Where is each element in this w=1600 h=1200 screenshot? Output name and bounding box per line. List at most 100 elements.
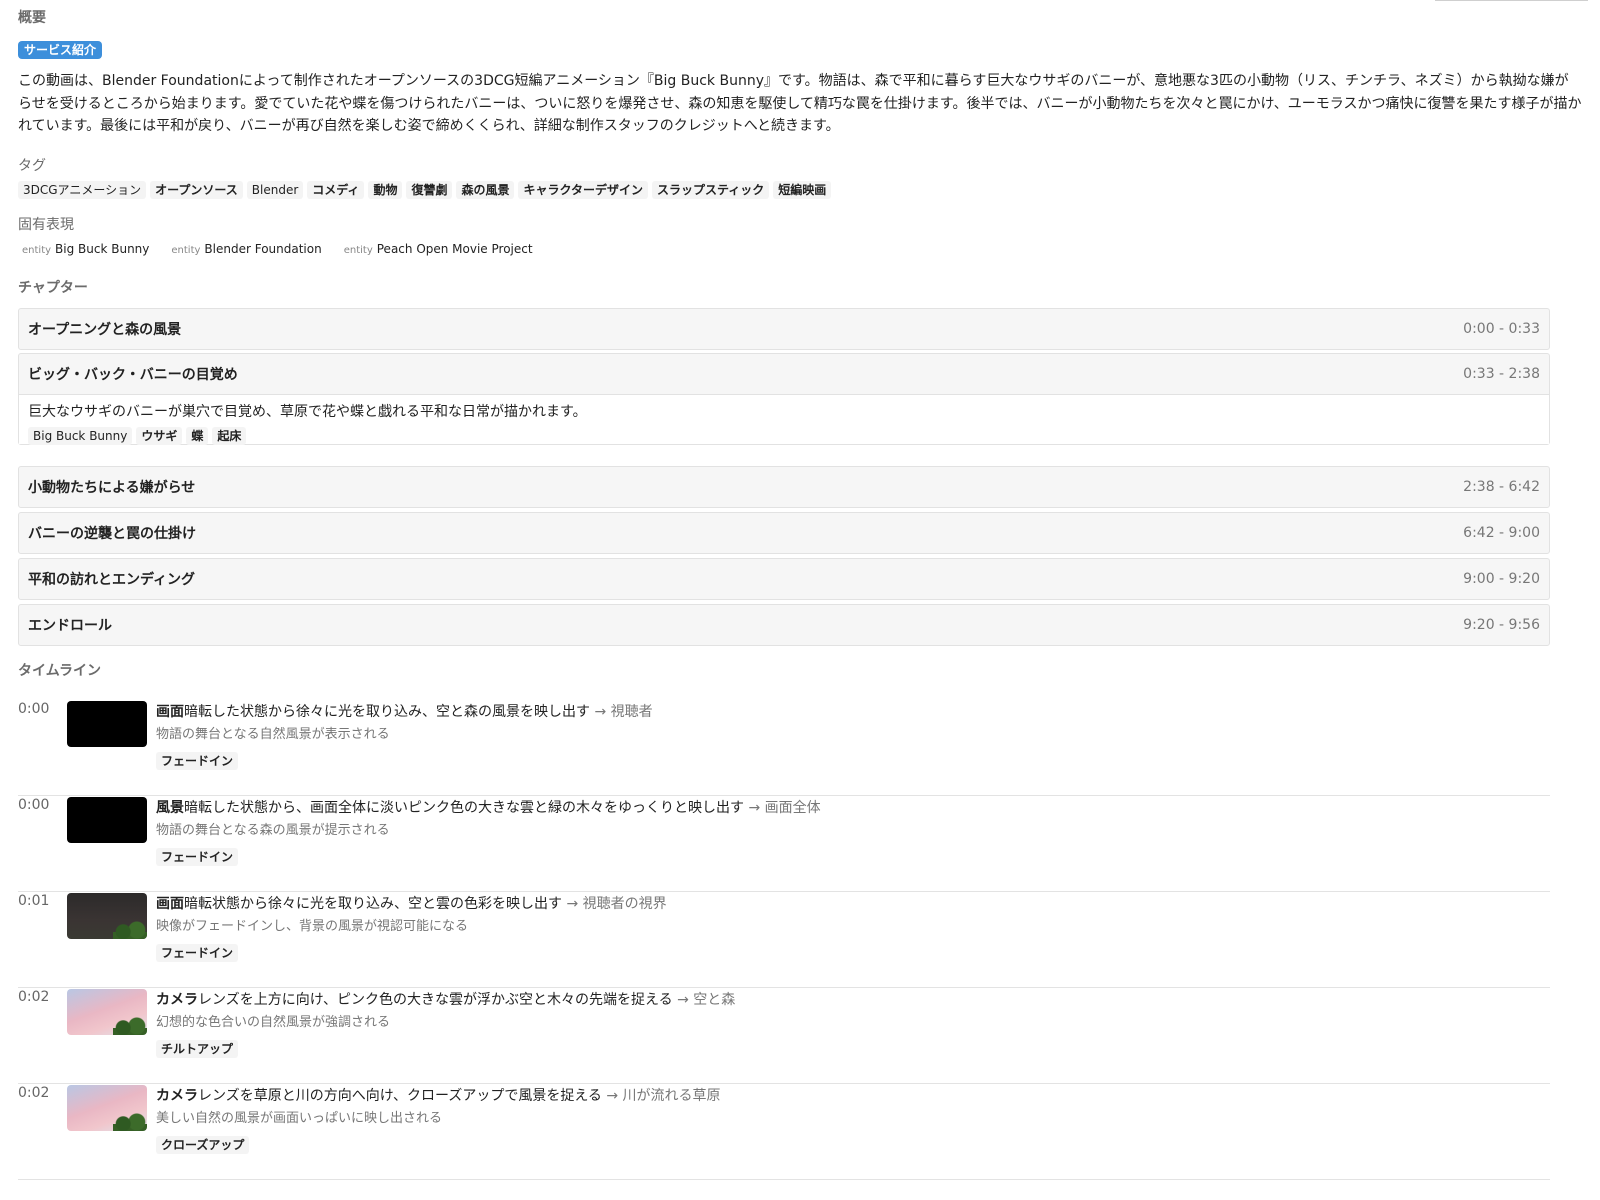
entity-list: entity Big Buck Bunny entity Blender Found…	[18, 240, 537, 260]
timeline-entry[interactable]: 0:02 カメラレンズを上方に向け、ピンク色の大きな雲が浮かぶ空と木々の先端を捉…	[18, 987, 1550, 1084]
chapter-time-range: 0:33 - 2:38	[1463, 366, 1540, 382]
chapter-title: エンドロール	[28, 618, 112, 634]
tag-chip[interactable]: スラップスティック	[652, 181, 770, 199]
tag-chip[interactable]: 復讐劇	[406, 181, 453, 199]
timeline-entry[interactable]: 0:00 画面暗転した状態から徐々に光を取り込み、空と森の風景を映し出す → 視…	[18, 699, 1550, 796]
tag-chip[interactable]: 動物	[368, 181, 403, 199]
timeline-entry[interactable]: 0:00 風景暗転した状態から、画面全体に淡いピンク色の大きな雲と緑の木々をゆっ…	[18, 795, 1550, 892]
entity-kind-label: entity	[171, 245, 201, 256]
chapter-title: オープニングと森の風景	[28, 322, 182, 338]
chapter-time-range: 6:42 - 9:00	[1463, 525, 1540, 541]
scene-thumbnail[interactable]	[67, 1085, 147, 1131]
category-badge: サービス紹介	[18, 41, 103, 59]
chapter-item-expanded[interactable]: ビッグ・バック・バニーの目覚め 0:33 - 2:38 巨大なウサギのバニーが巣…	[18, 353, 1550, 445]
chapter-time-range: 9:00 - 9:20	[1463, 571, 1540, 587]
chapter-title: バニーの逆襲と罠の仕掛け	[28, 526, 196, 542]
tag-chip[interactable]: 3DCGアニメーション	[18, 181, 147, 199]
tag-chip[interactable]: 短編映画	[773, 181, 832, 199]
chapter-tag-chip[interactable]: Big Buck Bunny	[28, 427, 133, 445]
tree-silhouette	[113, 1113, 147, 1131]
timeline-action: カメラレンズを草原と川の方向へ向け、クローズアップで風景を捉える → 川が流れる…	[156, 1086, 721, 1106]
chapter-item[interactable]: バニーの逆襲と罠の仕掛け 6:42 - 9:00	[18, 512, 1550, 554]
timeline-subject: 画面	[156, 896, 184, 912]
technique-chip: フェードイン	[156, 752, 239, 770]
chapter-title: ビッグ・バック・バニーの目覚め	[28, 367, 238, 383]
chapter-header[interactable]: ビッグ・バック・バニーの目覚め 0:33 - 2:38	[19, 354, 1549, 394]
chapter-header[interactable]: オープニングと森の風景 0:00 - 0:33	[19, 309, 1549, 349]
timeline-entry[interactable]: 0:01 画面暗転状態から徐々に光を取り込み、空と雲の色彩を映し出す → 視聴者…	[18, 891, 1550, 988]
timeline-action-text: 暗転した状態から徐々に光を取り込み、空と森の風景を映し出す	[184, 704, 590, 720]
chapter-tag-list: Big Buck Bunny ウサギ 蝶 起床	[28, 427, 1540, 445]
chapter-tag-chip[interactable]: ウサギ	[136, 427, 183, 445]
tag-list: 3DCGアニメーション オープンソース Blender コメディ 動物 復讐劇 …	[18, 181, 832, 199]
chapter-item[interactable]: 小動物たちによる嫌がらせ 2:38 - 6:42	[18, 466, 1550, 508]
entity-chip[interactable]: entity Peach Open Movie Project	[340, 240, 537, 260]
overview-heading: 概要	[18, 10, 46, 26]
timeline-target: → 視聴者の視界	[566, 896, 667, 912]
timeline-timestamp[interactable]: 0:02	[18, 987, 49, 1007]
chapter-header[interactable]: エンドロール 9:20 - 9:56	[19, 605, 1549, 645]
tag-chip[interactable]: キャラクターデザイン	[518, 181, 649, 199]
timeline-timestamp[interactable]: 0:00	[18, 699, 49, 719]
top-edge-divider	[1435, 0, 1588, 1]
tag-chip[interactable]: 森の風景	[456, 181, 515, 199]
timeline-action: 画面暗転した状態から徐々に光を取り込み、空と森の風景を映し出す → 視聴者	[156, 702, 653, 722]
technique-chip: チルトアップ	[156, 1040, 239, 1058]
chapter-item[interactable]: オープニングと森の風景 0:00 - 0:33	[18, 308, 1550, 350]
chapter-time-range: 9:20 - 9:56	[1463, 617, 1540, 633]
timeline-target: → 川が流れる草原	[606, 1088, 721, 1104]
chapter-tag-chip[interactable]: 起床	[212, 427, 247, 445]
timeline-note: 物語の舞台となる森の風景が提示される	[156, 823, 390, 838]
scene-thumbnail[interactable]	[67, 989, 147, 1035]
timeline-subject: 風景	[156, 800, 184, 816]
timeline-timestamp[interactable]: 0:01	[18, 891, 49, 911]
timeline-action: 風景暗転した状態から、画面全体に淡いピンク色の大きな雲と緑の木々をゆっくりと映し…	[156, 798, 821, 818]
chapter-tag-chip[interactable]: 蝶	[186, 427, 209, 445]
scene-thumbnail[interactable]	[67, 797, 147, 843]
tags-heading: タグ	[18, 158, 46, 174]
timeline-note: 幻想的な色合いの自然風景が強調される	[156, 1015, 391, 1030]
chapter-item[interactable]: 平和の訪れとエンディング 9:00 - 9:20	[18, 558, 1550, 600]
timeline-timestamp[interactable]: 0:00	[18, 795, 49, 815]
entity-name: Big Buck Bunny	[55, 242, 150, 256]
scene-thumbnail[interactable]	[67, 701, 147, 747]
tree-silhouette	[113, 1017, 147, 1035]
scene-thumbnail[interactable]	[67, 893, 147, 939]
timeline-subject: 画面	[156, 704, 184, 720]
timeline-entry[interactable]: 0:02 カメラレンズを草原と川の方向へ向け、クローズアップで風景を捉える → …	[18, 1083, 1550, 1180]
timeline-note: 物語の舞台となる自然風景が表示される	[156, 727, 390, 742]
timeline-note: 美しい自然の風景が画面いっぱいに映し出される	[156, 1111, 443, 1126]
tag-chip[interactable]: コメディ	[307, 181, 365, 199]
tag-chip[interactable]: オープンソース	[150, 181, 243, 199]
timeline-subject: カメラ	[156, 992, 198, 1008]
chapter-header[interactable]: 平和の訪れとエンディング 9:00 - 9:20	[19, 559, 1549, 599]
entities-heading: 固有表現	[18, 217, 74, 233]
timeline-action-text: 暗転状態から徐々に光を取り込み、空と雲の色彩を映し出す	[184, 896, 562, 912]
chapter-time-range: 2:38 - 6:42	[1463, 479, 1540, 495]
entity-chip[interactable]: entity Big Buck Bunny	[18, 240, 153, 260]
chapter-header[interactable]: バニーの逆襲と罠の仕掛け 6:42 - 9:00	[19, 513, 1549, 553]
timeline-subject: カメラ	[156, 1088, 198, 1104]
timeline-action-text: 暗転した状態から、画面全体に淡いピンク色の大きな雲と緑の木々をゆっくりと映し出す	[184, 800, 744, 816]
chapter-detail: 巨大なウサギのバニーが巣穴で目覚め、草原で花や蝶と戯れる平和な日常が描かれます。…	[19, 394, 1549, 445]
timeline-timestamp[interactable]: 0:02	[18, 1083, 49, 1103]
timeline-action: 画面暗転状態から徐々に光を取り込み、空と雲の色彩を映し出す → 視聴者の視界	[156, 894, 667, 914]
chapters-heading: チャプター	[18, 280, 88, 296]
chapter-item[interactable]: エンドロール 9:20 - 9:56	[18, 604, 1550, 646]
entity-chip[interactable]: entity Blender Foundation	[167, 240, 325, 260]
timeline-action-text: レンズを上方に向け、ピンク色の大きな雲が浮かぶ空と木々の先端を捉える	[198, 992, 673, 1008]
chapter-title: 平和の訪れとエンディング	[28, 572, 196, 588]
tree-silhouette	[113, 921, 147, 939]
timeline-action: カメラレンズを上方に向け、ピンク色の大きな雲が浮かぶ空と木々の先端を捉える → …	[156, 990, 735, 1010]
technique-chip: フェードイン	[156, 944, 239, 962]
timeline-note: 映像がフェードインし、背景の風景が視認可能になる	[156, 919, 469, 934]
technique-chip: フェードイン	[156, 848, 239, 866]
summary-text: この動画は、Blender Foundationによって制作されたオープンソース…	[18, 73, 1582, 134]
chapter-header[interactable]: 小動物たちによる嫌がらせ 2:38 - 6:42	[19, 467, 1549, 507]
chapter-description: 巨大なウサギのバニーが巣穴で目覚め、草原で花や蝶と戯れる平和な日常が描かれます。	[28, 404, 587, 420]
technique-chip: クローズアップ	[156, 1136, 250, 1154]
tag-chip[interactable]: Blender	[246, 181, 304, 199]
timeline-heading: タイムライン	[18, 663, 102, 679]
entity-name: Peach Open Movie Project	[376, 242, 533, 256]
entity-kind-label: entity	[22, 245, 52, 256]
